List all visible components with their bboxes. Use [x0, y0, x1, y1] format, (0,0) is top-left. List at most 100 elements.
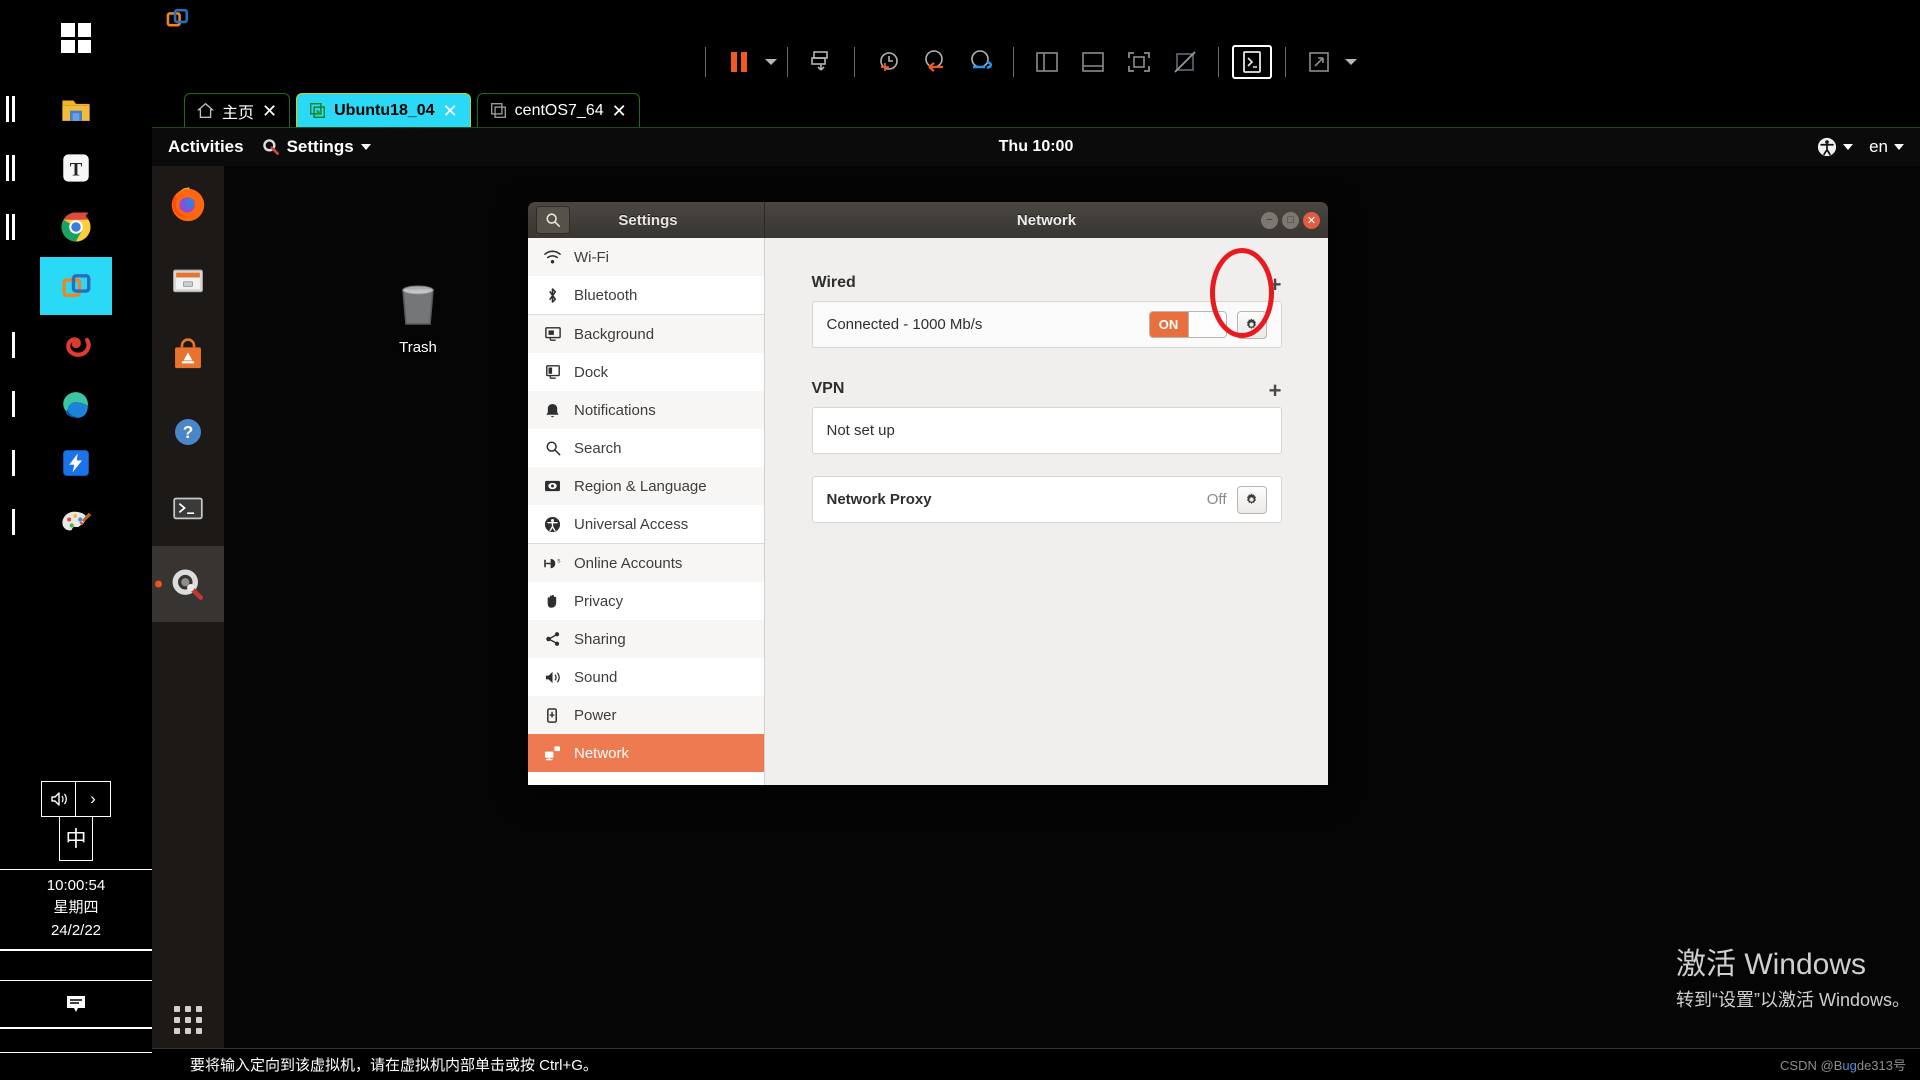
show-thumbnail-button[interactable]	[1073, 45, 1113, 79]
pause-button[interactable]	[719, 45, 759, 79]
wired-settings-button[interactable]	[1236, 310, 1267, 339]
accessibility-menu[interactable]	[1817, 137, 1854, 157]
sidebar-item-background[interactable]: Background	[528, 315, 764, 353]
trash-label: Trash	[399, 339, 437, 356]
taskbar-item-paint[interactable]	[12, 493, 112, 551]
vpn-heading: VPN	[811, 380, 845, 397]
gear-icon	[1246, 318, 1257, 329]
minimize-button[interactable]: −	[1261, 211, 1278, 229]
running-indicator	[6, 96, 9, 122]
sidebar-item-privacy[interactable]: Privacy	[528, 582, 764, 620]
vpn-section-header: VPN +	[811, 380, 1282, 402]
tab-close-icon[interactable]: ✕	[443, 102, 458, 120]
speaker-icon[interactable]	[42, 781, 76, 816]
network-proxy-row: Network Proxy Off	[811, 476, 1282, 523]
taskbar-item-file-explorer[interactable]	[6, 80, 112, 138]
taskbar-item-snail[interactable]	[12, 316, 112, 374]
keyboard-layout-menu[interactable]: en	[1869, 137, 1904, 157]
wifi-icon	[543, 250, 562, 265]
tab-ubuntu[interactable]: Ubuntu18_04 ✕	[296, 93, 471, 127]
wired-status-label: Connected - 1000 Mb/s	[826, 316, 983, 333]
running-indicator	[12, 96, 15, 122]
csdn-watermark: CSDN @Bugde313号	[1780, 1055, 1906, 1074]
pause-dropdown-caret[interactable]	[765, 59, 777, 65]
sound-icon	[543, 670, 562, 685]
search-button[interactable]	[536, 206, 570, 234]
app-menu-label: Settings	[286, 137, 354, 156]
console-view-button[interactable]	[1232, 45, 1272, 79]
sidebar-item-online-accounts[interactable]: s Online Accounts	[528, 544, 764, 582]
clock-time: 10:00:54	[46, 876, 106, 894]
stretch-button[interactable]	[1299, 45, 1339, 79]
ime-indicator[interactable]: 中	[59, 816, 93, 861]
maximize-button[interactable]: □	[1282, 211, 1299, 229]
home-icon	[197, 102, 214, 118]
sidebar-item-label: Devices	[574, 783, 627, 786]
sidebar-item-search[interactable]: Search	[528, 429, 764, 467]
universal-access-icon	[1817, 137, 1837, 157]
taskbar-item-chrome[interactable]	[6, 198, 112, 256]
fullscreen-button[interactable]	[1119, 45, 1159, 79]
csdn-highlight: ug	[1842, 1058, 1857, 1073]
snapshot-manager-button[interactable]	[960, 45, 1000, 79]
desktop-trash[interactable]: Trash	[380, 280, 456, 356]
dock-terminal[interactable]	[152, 470, 224, 546]
sidebar-item-network[interactable]: Network	[528, 734, 764, 772]
settings-panel-header: Network − □ ✕	[765, 202, 1328, 238]
sidebar-item-region-language[interactable]: Region & Language	[528, 467, 764, 505]
windows-start-button[interactable]	[0, 0, 152, 76]
tab-centos[interactable]: centOS7_64 ✕	[476, 93, 640, 127]
snapshot-revert-button[interactable]	[914, 45, 954, 79]
tab-close-icon[interactable]: ✕	[612, 102, 627, 120]
taskbar-clock[interactable]: 10:00:54 星期四 24/2/22	[0, 868, 152, 950]
sidebar-item-power[interactable]: Power	[528, 696, 764, 734]
tab-close-icon[interactable]: ✕	[262, 102, 277, 120]
running-indicator	[6, 155, 9, 181]
sidebar-item-notifications[interactable]: Notifications	[528, 391, 764, 429]
dock-firefox[interactable]	[152, 166, 224, 242]
add-wired-button[interactable]: +	[1269, 274, 1282, 296]
dock-help[interactable]: ?	[152, 394, 224, 470]
close-button[interactable]: ✕	[1303, 211, 1320, 229]
dock-settings[interactable]	[152, 546, 224, 622]
gnome-clock[interactable]: Thu 10:00	[999, 138, 1074, 156]
vmware-window: 主页 ✕ Ubuntu18_04 ✕ centOS7_64 ✕ Activiti…	[152, 0, 1920, 1080]
chevron-right-icon[interactable]: ›	[76, 782, 110, 816]
tab-label: 主页	[222, 104, 255, 122]
network-panel-content: Wired + Connected - 1000 Mb/s ON VPN + N…	[811, 248, 1282, 523]
show-applications-button[interactable]	[174, 1006, 202, 1034]
app-menu-button[interactable]: Settings	[262, 137, 371, 157]
proxy-settings-button[interactable]	[1236, 485, 1267, 514]
typora-icon: T	[63, 154, 89, 182]
wired-toggle[interactable]: ON	[1148, 311, 1227, 338]
sidebar-item-bluetooth[interactable]: Bluetooth	[528, 276, 764, 314]
snapshot-add-button[interactable]	[868, 45, 908, 79]
clock-date: 24/2/22	[50, 921, 102, 939]
activities-button[interactable]: Activities	[168, 137, 244, 157]
show-sidebar-button[interactable]	[1027, 45, 1067, 79]
running-indicator-dot	[155, 580, 162, 588]
taskbar-item-lightning[interactable]	[12, 434, 112, 492]
stretch-dropdown-caret[interactable]	[1345, 59, 1357, 65]
tab-home[interactable]: 主页 ✕	[184, 93, 291, 127]
sidebar-item-sharing[interactable]: Sharing	[528, 620, 764, 658]
sidebar-item-devices[interactable]: Devices ›	[528, 772, 764, 785]
snapshot-button[interactable]	[801, 45, 841, 79]
dock-files[interactable]	[152, 242, 224, 318]
sidebar-item-dock[interactable]: Dock	[528, 353, 764, 391]
add-vpn-button[interactable]: +	[1269, 380, 1282, 402]
taskbar-item-vmware[interactable]	[40, 257, 112, 315]
sidebar-item-universal-access[interactable]: Universal Access	[528, 505, 764, 543]
sidebar-item-wi-fi[interactable]: Wi-Fi	[528, 238, 764, 276]
proxy-value: Off	[1206, 491, 1227, 508]
notification-center-button[interactable]	[0, 980, 152, 1028]
unity-button[interactable]	[1165, 45, 1205, 79]
show-desktop-button[interactable]	[0, 1052, 152, 1080]
dock-software[interactable]	[152, 318, 224, 394]
taskbar-item-edge[interactable]	[12, 375, 112, 433]
sidebar-item-sound[interactable]: Sound	[528, 658, 764, 696]
toolbar-group-snapshot	[788, 45, 854, 79]
sidebar-item-label: Wi-Fi	[574, 248, 609, 266]
running-indicator	[12, 332, 15, 358]
taskbar-item-typora[interactable]: T	[6, 139, 112, 197]
